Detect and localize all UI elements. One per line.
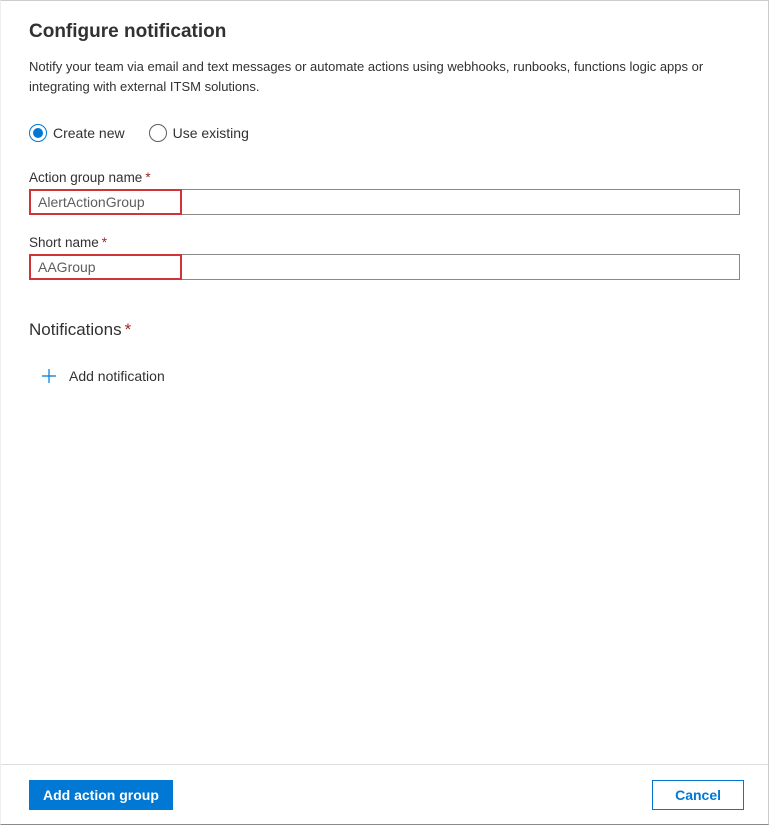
short-name-field: Short name* <box>29 235 740 280</box>
radio-create-new[interactable]: Create new <box>29 124 125 142</box>
radio-circle-icon <box>149 124 167 142</box>
radio-use-existing-label: Use existing <box>173 125 249 141</box>
notifications-heading: Notifications* <box>29 320 740 340</box>
mode-radio-group: Create new Use existing <box>29 124 740 142</box>
required-asterisk: * <box>145 170 150 185</box>
action-group-name-field: Action group name* <box>29 170 740 215</box>
add-notification-button[interactable]: Add notification <box>41 368 165 384</box>
add-action-group-button[interactable]: Add action group <box>29 780 173 810</box>
page-subtitle: Notify your team via email and text mess… <box>29 57 729 96</box>
short-name-input[interactable] <box>29 254 740 280</box>
cancel-button[interactable]: Cancel <box>652 780 744 810</box>
radio-create-new-label: Create new <box>53 125 125 141</box>
radio-use-existing[interactable]: Use existing <box>149 124 249 142</box>
plus-icon <box>41 368 57 384</box>
page-title: Configure notification <box>29 21 740 43</box>
footer: Add action group Cancel <box>1 764 768 824</box>
required-asterisk: * <box>102 235 107 250</box>
radio-dot-icon <box>29 124 47 142</box>
action-group-name-label: Action group name* <box>29 170 740 185</box>
required-asterisk: * <box>125 320 132 339</box>
action-group-name-input[interactable] <box>29 189 740 215</box>
short-name-label: Short name* <box>29 235 740 250</box>
add-notification-label: Add notification <box>69 368 165 384</box>
